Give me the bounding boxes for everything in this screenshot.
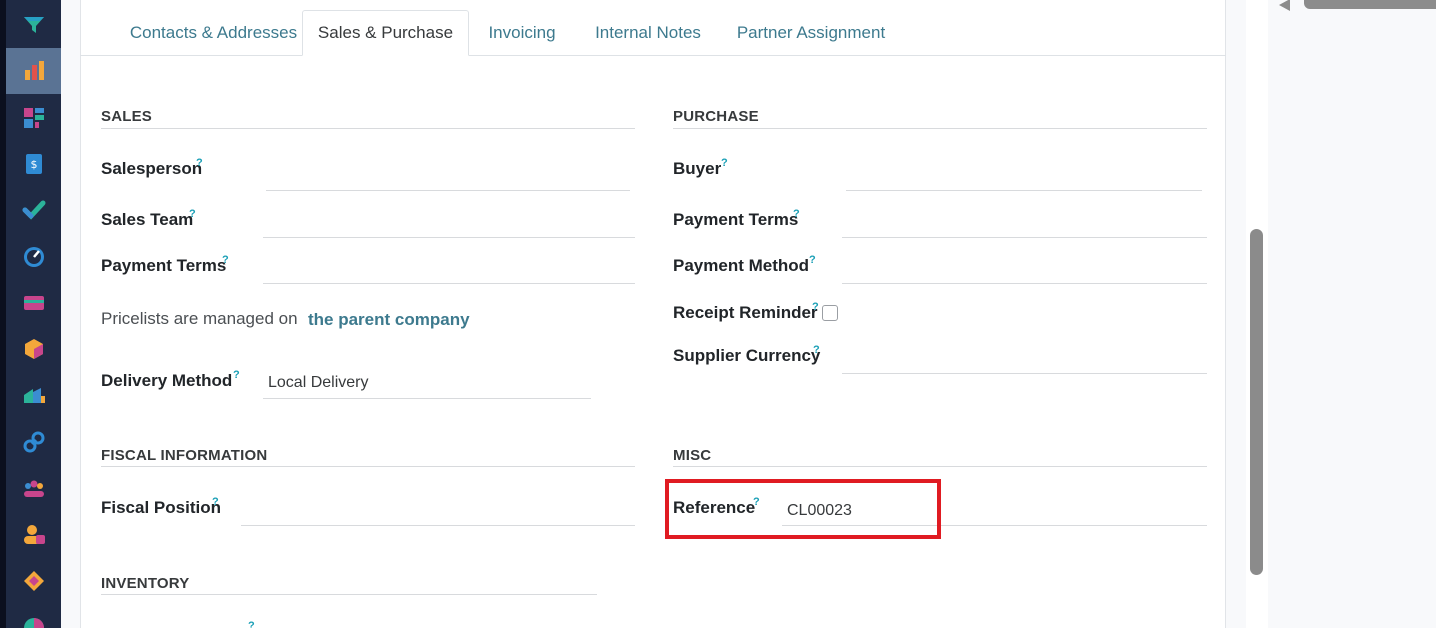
fiscal-position-label: Fiscal Position: [101, 498, 221, 517]
sales-section-divider: [101, 128, 635, 129]
purchase-payment-terms-label: Payment Terms: [673, 210, 799, 229]
contacts-icon: [23, 525, 45, 544]
content-background-right: [1226, 0, 1246, 628]
sales-payment-terms-help-icon[interactable]: ?: [222, 254, 229, 266]
purchase-payment-terms-help-icon[interactable]: ?: [793, 208, 800, 220]
pie-chart-icon: [23, 618, 44, 628]
supplier-currency-field[interactable]: [842, 373, 1207, 374]
sidebar-item-pricing[interactable]: [6, 373, 61, 419]
app-sidebar: $: [6, 0, 61, 628]
tab-invoicing[interactable]: Invoicing: [469, 10, 575, 56]
filter-icon: [23, 17, 44, 33]
parent-company-link[interactable]: the parent company: [308, 310, 470, 330]
purchase-section-title: PURCHASE: [673, 108, 759, 125]
sidebar-item-contacts[interactable]: [6, 512, 61, 558]
sidebar-item-analytics[interactable]: [6, 605, 61, 628]
purchase-section-divider: [673, 128, 1207, 129]
delivery-method-value[interactable]: Local Delivery: [268, 374, 368, 392]
delivery-method-label: Delivery Method: [101, 371, 233, 390]
reference-field[interactable]: [782, 525, 1207, 526]
buyer-field[interactable]: [846, 190, 1202, 191]
receipt-reminder-checkbox[interactable]: [822, 305, 838, 321]
panel-resize-handle[interactable]: [1304, 0, 1436, 9]
sidebar-item-integrations[interactable]: [6, 419, 61, 465]
fiscal-section-divider: [101, 466, 635, 467]
tab-internal-notes[interactable]: Internal Notes: [580, 10, 716, 56]
supplier-currency-help-icon[interactable]: ?: [813, 344, 820, 356]
sales-payment-terms-field[interactable]: [263, 283, 635, 284]
sales-team-label: Sales Team: [101, 210, 194, 229]
sales-section-title: SALES: [101, 108, 153, 125]
knowledge-icon: [23, 108, 44, 128]
check-icon: [22, 200, 45, 220]
tag-icon: [23, 571, 44, 591]
dashboard-chart-icon: [24, 61, 44, 80]
tab-contacts-addresses[interactable]: Contacts & Addresses: [101, 10, 326, 56]
delivery-method-field[interactable]: [263, 398, 591, 399]
team-icon: [23, 480, 44, 497]
pricing-icon: [23, 388, 45, 403]
svg-text:$: $: [30, 158, 37, 171]
fiscal-position-help-icon[interactable]: ?: [212, 496, 219, 508]
misc-section-title: MISC: [673, 447, 712, 464]
sidebar-item-knowledge[interactable]: [6, 95, 61, 141]
cube-icon: [24, 339, 43, 359]
sidebar-item-filter[interactable]: [6, 2, 61, 48]
reference-value[interactable]: CL00023: [787, 502, 852, 520]
sidebar-item-inventory[interactable]: [6, 326, 61, 372]
sidebar-item-invoicing[interactable]: $: [6, 141, 61, 187]
salesperson-field[interactable]: [266, 190, 630, 191]
sidebar-item-team[interactable]: [6, 466, 61, 512]
sidebar-item-performance[interactable]: [6, 234, 61, 280]
vertical-scrollbar[interactable]: [1250, 229, 1263, 575]
delivery-method-help-icon[interactable]: ?: [233, 369, 240, 381]
payment-method-field[interactable]: [842, 283, 1207, 284]
fiscal-position-field[interactable]: [241, 525, 635, 526]
speedometer-icon: [23, 247, 44, 267]
sidebar-item-payments[interactable]: [6, 280, 61, 326]
chatter-panel: [1268, 0, 1436, 628]
sales-team-help-icon[interactable]: ?: [189, 208, 196, 220]
tab-partner-assignment[interactable]: Partner Assignment: [725, 10, 897, 56]
payment-method-help-icon[interactable]: ?: [809, 254, 816, 266]
sales-team-field[interactable]: [263, 237, 635, 238]
payment-method-label: Payment Method: [673, 256, 810, 275]
invoice-icon: $: [25, 154, 42, 174]
buyer-help-icon[interactable]: ?: [721, 157, 728, 169]
reference-help-icon[interactable]: ?: [753, 496, 760, 508]
reference-label: Reference: [673, 498, 756, 517]
content-background: [61, 0, 80, 628]
sidebar-item-sales[interactable]: [6, 558, 61, 604]
notebook-tabs: Contacts & Addresses Sales & Purchase In…: [80, 10, 1226, 56]
supplier-currency-label: Supplier Currency: [673, 346, 821, 365]
fiscal-section-title: FISCAL INFORMATION: [101, 447, 268, 464]
salesperson-help-icon[interactable]: ?: [196, 157, 203, 169]
inventory-section-divider: [101, 594, 597, 595]
misc-section-divider: [673, 466, 1207, 467]
inventory-section-title: INVENTORY: [101, 575, 190, 592]
sidebar-item-todo[interactable]: [6, 187, 61, 233]
sidebar-item-dashboard[interactable]: [6, 48, 61, 94]
receipt-reminder-label: Receipt Reminder: [673, 303, 818, 322]
receipt-reminder-help-icon[interactable]: ?: [812, 301, 819, 313]
pricelist-note: Pricelists are managed on: [101, 309, 298, 328]
sales-payment-terms-label: Payment Terms: [101, 256, 227, 275]
caret-left-icon: [1279, 0, 1290, 11]
tab-sales-purchase[interactable]: Sales & Purchase: [302, 10, 469, 56]
purchase-payment-terms-field[interactable]: [842, 237, 1207, 238]
salesperson-label: Salesperson: [101, 159, 203, 178]
card-icon: [23, 296, 44, 310]
inventory-field-help-icon[interactable]: ?: [248, 620, 255, 628]
link-icon: [23, 431, 44, 453]
buyer-label: Buyer: [673, 159, 722, 178]
